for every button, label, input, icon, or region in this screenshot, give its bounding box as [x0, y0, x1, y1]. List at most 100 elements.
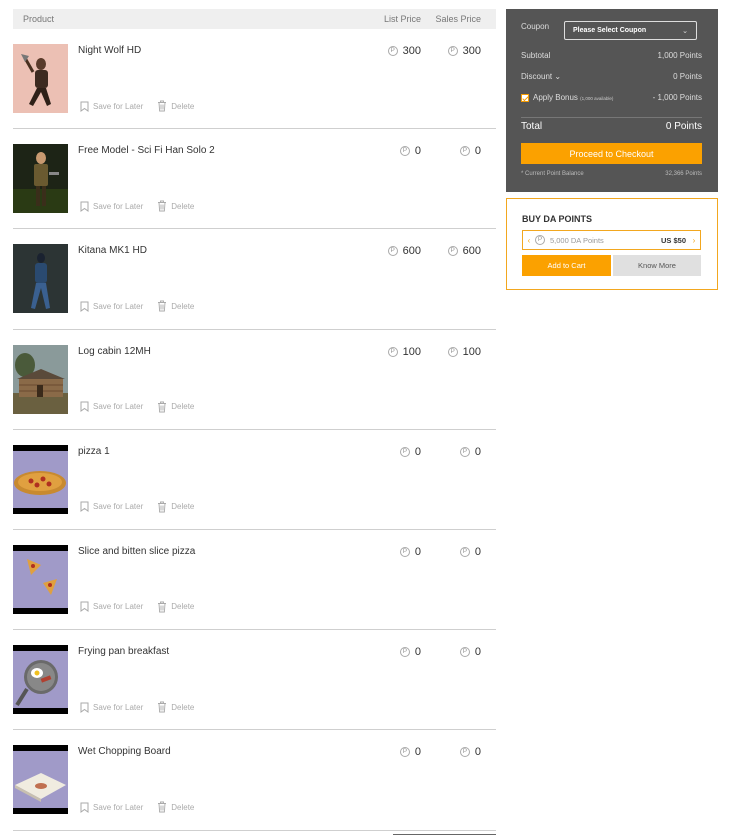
checkbox-icon	[521, 93, 529, 102]
points-icon: P	[447, 46, 458, 56]
delete-button[interactable]: Delete	[157, 200, 194, 212]
item-name[interactable]: Night Wolf HD	[78, 45, 141, 56]
save-for-later-button[interactable]: Save for Later	[80, 300, 143, 312]
pizza-thumbnail[interactable]	[13, 444, 68, 514]
delete-button[interactable]: Delete	[157, 100, 194, 112]
bookmark-icon	[80, 802, 89, 813]
points-icon: P	[459, 647, 470, 658]
coupon-select[interactable]: Please Select Coupon ⌄	[564, 21, 697, 40]
buy-points-title: BUY DA POINTS	[522, 214, 593, 224]
sales-price: P 600	[447, 245, 481, 257]
cart-item: Wet Chopping Board P0 P0 Save for Later …	[13, 730, 496, 831]
subtotal-label: Subtotal	[521, 51, 551, 60]
delete-button[interactable]: Delete	[157, 401, 194, 413]
list-price: P 600	[387, 245, 421, 257]
cart-item: Frying pan breakfast P0 P0 Save for Late…	[13, 630, 496, 731]
list-price: P0	[399, 446, 421, 458]
proceed-to-checkout-button[interactable]: Proceed to Checkout	[521, 143, 702, 164]
cart-item: Log cabin 12MH P 100 P 100 Save for Later …	[13, 330, 496, 430]
item-name[interactable]: Free Model - Sci Fi Han Solo 2	[78, 145, 215, 156]
item-name[interactable]: Wet Chopping Board	[78, 746, 171, 757]
know-more-button[interactable]: Know More	[613, 255, 701, 276]
trash-icon	[158, 501, 167, 513]
points-icon: P	[399, 146, 410, 157]
trash-icon	[158, 401, 167, 413]
list-price: P 300	[387, 45, 421, 57]
points-package-label: 5,000 DA Points	[550, 235, 604, 245]
delete-button[interactable]: Delete	[157, 300, 194, 312]
points-icon: P	[447, 346, 458, 357]
points-package-price: US $50	[660, 235, 686, 245]
item-name[interactable]: Kitana MK1 HD	[78, 245, 147, 256]
divider	[393, 834, 496, 835]
item-name[interactable]: pizza 1	[78, 446, 110, 457]
sales-price: P 100	[447, 346, 481, 358]
chevron-right-icon[interactable]: ›	[688, 236, 700, 245]
coupon-select-value: Please Select Coupon	[573, 27, 647, 34]
sales-price: P0	[459, 145, 481, 157]
female-figure-thumbnail[interactable]	[13, 244, 68, 314]
save-for-later-button[interactable]: Save for Later	[80, 401, 143, 413]
total-row: Total 0 Points	[521, 121, 702, 132]
cart-item: pizza 1 P0 P0 Save for Later Delete	[13, 430, 496, 530]
sci-fi-figure-thumbnail[interactable]	[13, 144, 68, 214]
points-icon: P	[535, 235, 545, 245]
summary-divider	[521, 117, 702, 118]
trash-icon	[158, 100, 167, 112]
bonus-row: Apply Bonus (1,000 available) - 1,000 Po…	[521, 93, 702, 102]
cart-item: Slice and bitten slice pizza P0 P0 Save …	[13, 530, 496, 631]
add-to-cart-button[interactable]: Add to Cart	[522, 255, 611, 276]
points-icon: P	[447, 246, 458, 257]
chevron-down-icon: ⌄	[554, 72, 562, 81]
balance-row: * Current Point Balance 32,366 Points	[521, 171, 702, 177]
bonus-available-note: (1,000 available)	[580, 96, 614, 101]
list-price-column-header: List Price	[383, 14, 421, 24]
delete-button[interactable]: Delete	[157, 501, 194, 513]
save-for-later-button[interactable]: Save for Later	[80, 200, 143, 212]
points-package-select[interactable]: ‹ P 5,000 DA Points US $50 ›	[522, 230, 701, 250]
buy-points-panel: BUY DA POINTS ‹ P 5,000 DA Points US $50…	[506, 198, 718, 290]
chopping-board-thumbnail[interactable]	[13, 745, 68, 815]
delete-button[interactable]: Delete	[157, 601, 194, 613]
bookmark-icon	[80, 501, 89, 513]
item-name[interactable]: Slice and bitten slice pizza	[78, 546, 195, 557]
discount-toggle[interactable]: Discount ⌄	[521, 72, 561, 81]
list-price: P0	[399, 746, 421, 758]
chevron-left-icon[interactable]: ‹	[523, 236, 535, 245]
bookmark-icon	[80, 601, 89, 613]
list-price: P 100	[387, 346, 421, 358]
item-name[interactable]: Log cabin 12MH	[78, 346, 151, 357]
points-icon: P	[399, 546, 410, 557]
delete-button[interactable]: Delete	[157, 801, 194, 813]
warrior-figure-thumbnail[interactable]	[13, 44, 68, 113]
item-name[interactable]: Frying pan breakfast	[78, 646, 169, 657]
sales-price-column-header: Sales Price	[435, 14, 481, 24]
save-for-later-button[interactable]: Save for Later	[80, 801, 143, 813]
bookmark-icon	[80, 401, 89, 413]
total-value: 0 Points	[665, 121, 702, 132]
trash-icon	[158, 601, 167, 613]
save-for-later-button[interactable]: Save for Later	[80, 601, 143, 613]
sales-price: P0	[459, 746, 481, 758]
bookmark-icon	[80, 101, 89, 112]
cart-item: Kitana MK1 HD P 600 P 600 Save for Later D…	[13, 229, 496, 330]
list-price: P0	[399, 546, 421, 558]
points-icon: P	[459, 146, 470, 157]
total-label: Total	[521, 121, 543, 132]
log-cabin-thumbnail[interactable]	[13, 344, 68, 414]
cart-item: Night Wolf HD P 300 P 300 Save for Later D…	[13, 29, 496, 130]
subtotal-value: 1,000 Points	[657, 51, 702, 60]
cart-item: Free Model - Sci Fi Han Solo 2 P0 P0 Sav…	[13, 129, 496, 230]
list-price: P0	[399, 145, 421, 157]
save-for-later-button[interactable]: Save for Later	[80, 100, 143, 112]
trash-icon	[158, 801, 167, 813]
delete-button[interactable]: Delete	[157, 701, 194, 713]
discount-row: Discount ⌄ 0 Points	[521, 72, 702, 81]
save-for-later-button[interactable]: Save for Later	[80, 501, 143, 513]
frying-pan-thumbnail[interactable]	[13, 645, 68, 715]
sales-price: P0	[459, 546, 481, 558]
pizza-slices-thumbnail[interactable]	[13, 544, 68, 614]
points-icon: P	[459, 747, 470, 758]
apply-bonus-checkbox[interactable]: Apply Bonus (1,000 available)	[521, 93, 613, 102]
save-for-later-button[interactable]: Save for Later	[80, 701, 143, 713]
